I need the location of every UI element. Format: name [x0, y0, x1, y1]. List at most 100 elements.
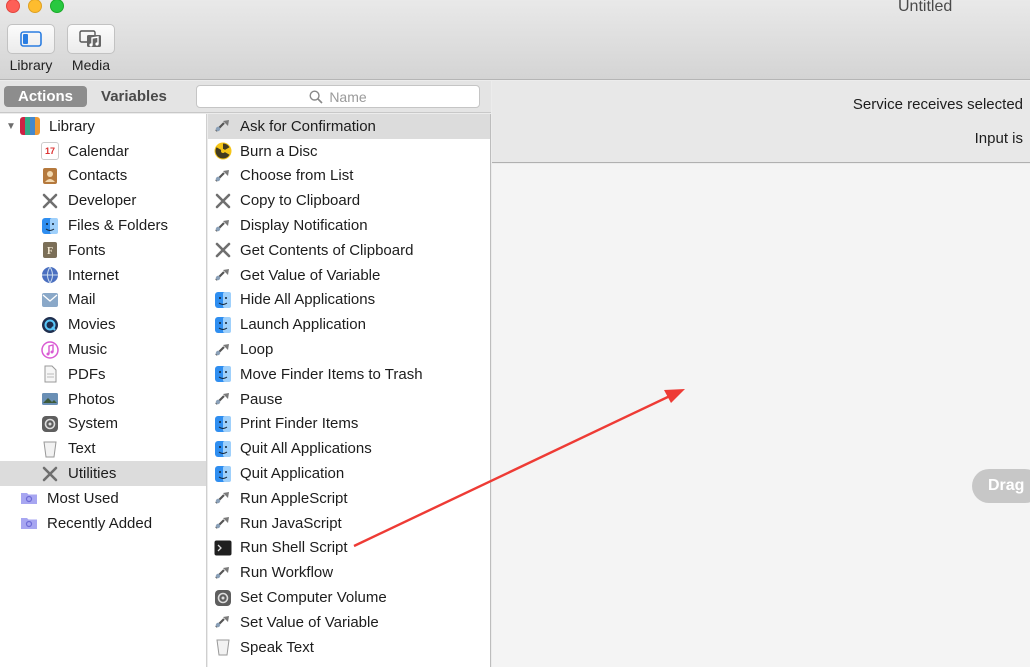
- library-item-label: Mail: [68, 291, 96, 309]
- library-item-music[interactable]: Music: [0, 337, 206, 362]
- action-item-burn-a-disc[interactable]: Burn a Disc: [208, 139, 490, 164]
- library-item-developer[interactable]: Developer: [0, 188, 206, 213]
- svg-text:F: F: [47, 246, 53, 257]
- action-item-label: Get Value of Variable: [240, 266, 381, 284]
- action-item-choose-from-list[interactable]: Choose from List: [208, 164, 490, 189]
- action-item-ask-for-confirmation[interactable]: Ask for Confirmation: [208, 114, 490, 139]
- action-item-label: Copy to Clipboard: [240, 192, 361, 210]
- action-item-print-finder-items[interactable]: Print Finder Items: [208, 412, 490, 437]
- action-item-speak-text[interactable]: Speak Text: [208, 635, 490, 660]
- library-item-system[interactable]: System: [0, 412, 206, 437]
- smart-folder-icon: [20, 489, 38, 507]
- quicktime-icon: [41, 316, 59, 334]
- tab-variables[interactable]: Variables: [87, 86, 181, 107]
- action-item-get-contents-of-clipboard[interactable]: Get Contents of Clipboard: [208, 238, 490, 263]
- action-item-loop[interactable]: Loop: [208, 337, 490, 362]
- action-item-display-notification[interactable]: Display Notification: [208, 213, 490, 238]
- zoom-button[interactable]: [50, 0, 64, 13]
- media-toolbar-button[interactable]: Media: [67, 24, 115, 73]
- action-item-label: Quit Application: [240, 465, 345, 483]
- automator-icon: [214, 266, 232, 284]
- library-root-row[interactable]: ▼ Library: [0, 114, 206, 139]
- workflow-header: Service receives selected Input is: [492, 81, 1030, 163]
- action-item-label: Get Contents of Clipboard: [240, 241, 414, 259]
- search-placeholder: Name: [329, 88, 367, 105]
- action-item-label: Display Notification: [240, 217, 368, 235]
- action-item-run-workflow[interactable]: Run Workflow: [208, 560, 490, 585]
- automator-icon: [214, 167, 232, 185]
- library-item-label: Photos: [68, 390, 115, 408]
- automator-icon: [214, 514, 232, 532]
- library-toolbar-button[interactable]: Library: [6, 24, 56, 73]
- library-item-pdfs[interactable]: PDFs: [0, 362, 206, 387]
- action-item-get-value-of-variable[interactable]: Get Value of Variable: [208, 263, 490, 288]
- automator-icon: [214, 217, 232, 235]
- action-item-label: Run JavaScript: [240, 514, 342, 532]
- library-item-label: System: [68, 415, 119, 433]
- library-item-label: PDFs: [68, 365, 106, 383]
- photos-icon: [41, 390, 59, 408]
- tools-icon: [41, 192, 59, 210]
- library-item-internet[interactable]: Internet: [0, 263, 206, 288]
- drag-hint: Drag: [972, 469, 1030, 503]
- tab-actions[interactable]: Actions: [4, 86, 88, 107]
- action-item-label: Print Finder Items: [240, 415, 359, 433]
- action-item-hide-all-applications[interactable]: Hide All Applications: [208, 288, 490, 313]
- mail-icon: [41, 291, 59, 309]
- action-item-label: Loop: [240, 341, 274, 359]
- library-item-files-folders[interactable]: Files & Folders: [0, 213, 206, 238]
- action-item-quit-application[interactable]: Quit Application: [208, 461, 490, 486]
- workflow-canvas[interactable]: [492, 164, 1030, 667]
- library-item-label: Movies: [68, 316, 116, 334]
- search-input[interactable]: Name: [196, 85, 480, 108]
- library-item-photos[interactable]: Photos: [0, 387, 206, 412]
- library-root-label: Library: [49, 117, 95, 135]
- action-item-set-value-of-variable[interactable]: Set Value of Variable: [208, 610, 490, 635]
- action-item-label: Run Shell Script: [240, 539, 348, 557]
- automator-icon: [214, 613, 232, 631]
- library-item-contacts[interactable]: Contacts: [0, 164, 206, 189]
- library-item-most-used[interactable]: Most Used: [0, 486, 206, 511]
- utilities-icon: [41, 465, 59, 483]
- action-item-label: Run Workflow: [240, 564, 334, 582]
- disclosure-triangle-icon[interactable]: ▼: [6, 121, 16, 132]
- action-item-set-computer-volume[interactable]: Set Computer Volume: [208, 585, 490, 610]
- close-button[interactable]: [6, 0, 20, 13]
- pdf-icon: [41, 365, 59, 383]
- action-item-launch-application[interactable]: Launch Application: [208, 312, 490, 337]
- action-item-label: Move Finder Items to Trash: [240, 365, 423, 383]
- library-item-recently-added[interactable]: Recently Added: [0, 511, 206, 536]
- library-item-utilities[interactable]: Utilities: [0, 461, 206, 486]
- action-item-run-shell-script[interactable]: Run Shell Script: [208, 536, 490, 561]
- finder-icon: [214, 365, 232, 383]
- action-item-move-finder-items-to-trash[interactable]: Move Finder Items to Trash: [208, 362, 490, 387]
- finder-icon: [214, 415, 232, 433]
- library-toolbar-strip: Actions Variables Name: [0, 81, 491, 113]
- automator-icon: [214, 341, 232, 359]
- library-item-label: Text: [68, 440, 96, 458]
- minimize-button[interactable]: [28, 0, 42, 13]
- sidebar-icon: [7, 24, 55, 54]
- action-item-label: Run AppleScript: [240, 489, 348, 507]
- action-item-label: Launch Application: [240, 316, 366, 334]
- action-item-pause[interactable]: Pause: [208, 387, 490, 412]
- finder-icon: [41, 217, 59, 235]
- action-item-label: Choose from List: [240, 167, 354, 185]
- text-icon: [41, 440, 59, 458]
- library-item-calendar[interactable]: 17 Calendar: [0, 139, 206, 164]
- action-item-quit-all-applications[interactable]: Quit All Applications: [208, 436, 490, 461]
- library-item-movies[interactable]: Movies: [0, 312, 206, 337]
- library-item-label: Recently Added: [47, 514, 153, 532]
- action-item-run-applescript[interactable]: Run AppleScript: [208, 486, 490, 511]
- library-item-label: Internet: [68, 266, 119, 284]
- library-books-icon: [20, 117, 40, 136]
- action-item-copy-to-clipboard[interactable]: Copy to Clipboard: [208, 188, 490, 213]
- library-item-fonts[interactable]: F Fonts: [0, 238, 206, 263]
- action-item-label: Pause: [240, 390, 283, 408]
- library-item-text[interactable]: Text: [0, 436, 206, 461]
- action-item-run-javascript[interactable]: Run JavaScript: [208, 511, 490, 536]
- library-item-mail[interactable]: Mail: [0, 288, 206, 313]
- contacts-icon: [41, 167, 59, 185]
- tools-icon: [214, 192, 232, 210]
- action-item-label: Speak Text: [240, 638, 314, 656]
